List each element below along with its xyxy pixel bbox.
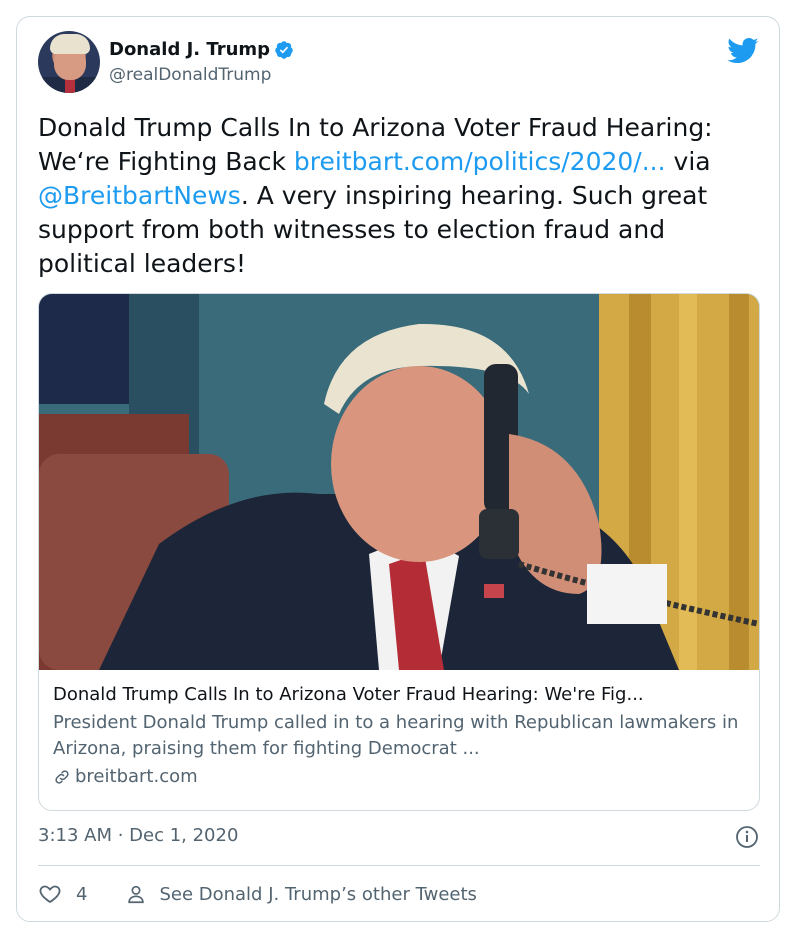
link-card-title[interactable]: Donald Trump Calls In to Arizona Voter F… [53,682,745,708]
heart-icon [39,885,61,904]
tweet-timestamp[interactable]: 3:13 AM · Dec 1, 2020 [38,825,238,846]
article-image [39,294,759,670]
avatar[interactable] [38,31,100,93]
author-name-row[interactable]: Donald J. Trump [109,39,294,60]
see-other-tweets-label: See Donald J. Trump’s other Tweets [159,883,477,905]
tweet-actions: 4 See Donald J. Trump’s other Tweets [38,879,477,909]
link-icon [55,770,69,784]
link-card-description: President Donald Trump called in to a he… [53,712,739,759]
link-card-domain-row: breitbart.com [53,764,745,790]
verified-badge-icon [275,40,293,59]
divider [38,865,760,866]
see-other-tweets-link[interactable]: See Donald J. Trump’s other Tweets [125,883,477,905]
person-icon [128,885,145,904]
tweet-card: Donald J. Trump @realDonaldTrump Donald … [16,16,780,922]
twitter-bird-icon[interactable] [727,37,759,65]
author-display-name[interactable]: Donald J. Trump [109,39,270,60]
tweet-text: Donald Trump Calls In to Arizona Voter F… [38,111,764,281]
tweet-text-line1: Donald Trump Calls In to Arizona Voter F… [38,113,713,142]
link-card-domain: breitbart.com [75,766,198,787]
author-handle[interactable]: @realDonaldTrump [109,65,271,85]
tweet-text-line2: We‘re Fighting Back [38,147,294,176]
like-button[interactable]: 4 [38,882,87,906]
link-card-body: Donald Trump Calls In to Arizona Voter F… [53,682,745,790]
mention-link[interactable]: @BreitbartNews [38,181,241,210]
tweet-text-via: via [665,147,711,176]
info-icon[interactable] [735,825,759,849]
like-count: 4 [76,883,88,905]
tweet-link[interactable]: breitbart.com/politics/2020/... [294,147,666,176]
link-preview-card[interactable]: Donald Trump Calls In to Arizona Voter F… [38,293,760,811]
